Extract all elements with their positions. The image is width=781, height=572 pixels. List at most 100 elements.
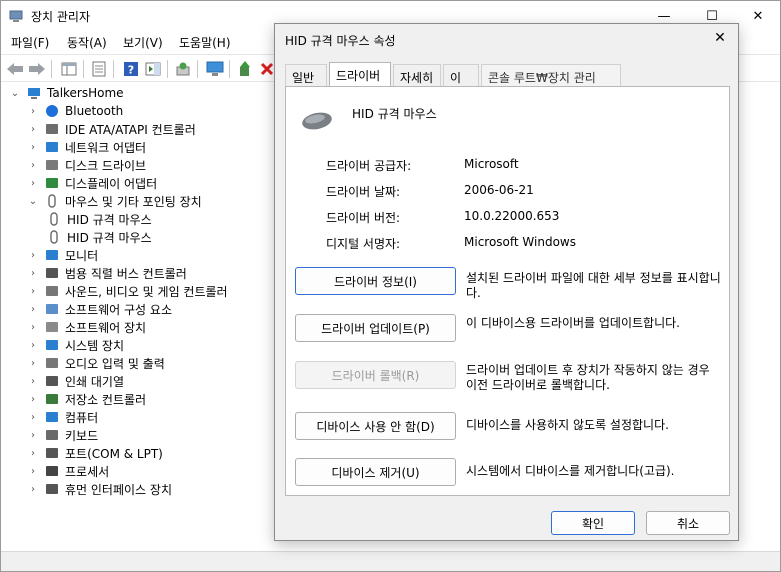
red-x-icon xyxy=(260,62,274,76)
chevron-right-icon[interactable]: › xyxy=(27,448,39,459)
tree-category-item[interactable]: › Bluetooth xyxy=(27,102,123,120)
tree-category-item[interactable]: › 프로세서 xyxy=(27,462,109,480)
chevron-down-icon[interactable]: ⌄ xyxy=(27,196,39,207)
tree-category-item[interactable]: › 네트워크 어댑터 xyxy=(27,138,146,156)
rollback-driver-description: 드라이버 업데이트 후 장치가 작동하지 않는 경우 이전 드라이버로 롤백합니… xyxy=(466,363,710,392)
tree-category-item[interactable]: › 디스크 드라이브 xyxy=(27,156,146,174)
tab-strip: 일반 드라이버 자세히 이벤트 콘솔 루트₩장치 관리자... xyxy=(285,62,730,86)
toolbar-separator xyxy=(229,60,230,78)
driver-details-button[interactable]: 드라이버 정보(I) xyxy=(295,267,456,295)
uninstall-device-description: 시스템에서 디바이스를 제거합니다(고급). xyxy=(466,464,675,478)
chevron-right-icon[interactable]: › xyxy=(27,484,39,495)
dialog-title: HID 규격 마우스 속성 xyxy=(285,34,396,48)
uninstall-device-button[interactable]: 디바이스 제거(U) xyxy=(295,458,456,486)
cancel-button[interactable]: 취소 xyxy=(646,511,730,535)
driver-version-label: 드라이버 버전: xyxy=(326,211,401,225)
chevron-right-icon[interactable]: › xyxy=(27,466,39,477)
chevron-right-icon[interactable]: › xyxy=(27,160,39,171)
update-driver-button[interactable] xyxy=(235,59,255,79)
properties-button[interactable] xyxy=(89,59,109,79)
mouse-icon xyxy=(50,212,58,226)
tab-driver[interactable]: 드라이버 xyxy=(329,62,391,86)
chevron-right-icon[interactable]: › xyxy=(27,376,39,387)
chevron-right-icon[interactable]: › xyxy=(27,124,39,135)
scan-hardware-changes-button[interactable] xyxy=(173,59,193,79)
chevron-right-icon[interactable]: › xyxy=(27,178,39,189)
menu-help[interactable]: 도움말(H) xyxy=(179,34,231,51)
action-pane-button[interactable] xyxy=(143,59,163,79)
menu-file[interactable]: 파일(F) xyxy=(11,34,49,51)
chevron-right-icon[interactable]: › xyxy=(27,340,39,351)
update-driver-icon xyxy=(240,61,250,76)
tree-category-item[interactable]: › 오디오 입력 및 출력 xyxy=(27,354,165,372)
forward-button[interactable] xyxy=(27,59,47,79)
tree-category-item[interactable]: › 디스플레이 어댑터 xyxy=(27,174,157,192)
tree-category-item[interactable]: › 포트(COM & LPT) xyxy=(27,444,163,462)
toolbar-separator xyxy=(51,60,52,78)
usb-icon xyxy=(46,268,58,278)
back-button[interactable] xyxy=(5,59,25,79)
show-hide-console-tree-button[interactable] xyxy=(59,59,79,79)
chevron-down-icon[interactable]: ⌄ xyxy=(9,88,21,99)
back-arrow-icon xyxy=(7,63,23,75)
tree-item-label: 사운드, 비디오 및 게임 컨트롤러 xyxy=(65,284,228,299)
chevron-right-icon[interactable]: › xyxy=(27,358,39,369)
tree-category-item[interactable]: › 컴퓨터 xyxy=(27,408,98,426)
menu-action[interactable]: 동작(A) xyxy=(67,34,107,51)
tree-item-label: 마우스 및 기타 포인팅 장치 xyxy=(65,194,202,209)
dialog-close-icon[interactable]: ✕ xyxy=(710,30,730,50)
tree-category-item[interactable]: › 범용 직렬 버스 컨트롤러 xyxy=(27,264,187,282)
tree-item-label: 휴먼 인터페이스 장치 xyxy=(65,482,172,497)
tree-category-item[interactable]: › 인쇄 대기열 xyxy=(27,372,124,390)
tree-child-item[interactable]: HID 규격 마우스 xyxy=(47,228,152,246)
tab-details[interactable]: 자세히 xyxy=(393,64,441,86)
tree-category-item[interactable]: ⌄ 마우스 및 기타 포인팅 장치 xyxy=(27,192,202,210)
bluetooth-icon xyxy=(46,105,58,117)
tree-item-label: HID 규격 마우스 xyxy=(67,212,152,227)
help-icon: ? xyxy=(124,62,138,77)
tree-category-item[interactable]: › 소프트웨어 장치 xyxy=(27,318,146,336)
toolbar-separator xyxy=(113,60,114,78)
tree-category-item[interactable]: › 시스템 장치 xyxy=(27,336,124,354)
window-title: 장치 관리자 xyxy=(31,10,91,24)
close-button[interactable]: ✕ xyxy=(735,1,781,31)
tree-item-label: 모니터 xyxy=(65,248,99,263)
chevron-right-icon[interactable]: › xyxy=(27,394,39,405)
tree-category-item[interactable]: › 저장소 컨트롤러 xyxy=(27,390,146,408)
software-device-icon xyxy=(46,322,58,332)
chevron-right-icon[interactable]: › xyxy=(27,286,39,297)
tree-category-item[interactable]: › 소프트웨어 구성 요소 xyxy=(27,300,172,318)
tree-root[interactable]: ⌄ TalkersHome xyxy=(9,84,124,102)
tree-category-item[interactable]: › 휴먼 인터페이스 장치 xyxy=(27,480,172,498)
menu-view[interactable]: 보기(V) xyxy=(123,34,163,51)
tree-category-item[interactable]: › IDE ATA/ATAPI 컨트롤러 xyxy=(27,120,196,138)
tree-root-label: TalkersHome xyxy=(47,86,124,100)
mouse-icon xyxy=(50,230,58,244)
hid-icon xyxy=(46,484,58,494)
forward-arrow-icon xyxy=(29,63,45,75)
chevron-right-icon[interactable]: › xyxy=(27,106,39,117)
tab-general[interactable]: 일반 xyxy=(285,64,327,86)
system-device-icon xyxy=(46,340,58,350)
chevron-right-icon[interactable]: › xyxy=(27,250,39,261)
tree-child-item[interactable]: HID 규격 마우스 xyxy=(47,210,152,228)
tree-category-item[interactable]: › 키보드 xyxy=(27,426,98,444)
chevron-right-icon[interactable]: › xyxy=(27,322,39,333)
digital-signer-value: Microsoft Windows xyxy=(464,235,576,249)
chevron-right-icon[interactable]: › xyxy=(27,412,39,423)
ok-button[interactable]: 확인 xyxy=(551,511,635,535)
tree-category-item[interactable]: › 사운드, 비디오 및 게임 컨트롤러 xyxy=(27,282,228,300)
driver-tab-panel: HID 규격 마우스 드라이버 공급자: Microsoft 드라이버 날짜: … xyxy=(285,86,730,496)
tree-category-item[interactable]: › 모니터 xyxy=(27,246,98,264)
drag-ghost-tab: 콘솔 루트₩장치 관리자... xyxy=(481,64,621,86)
chevron-right-icon[interactable]: › xyxy=(27,304,39,315)
update-driver-button[interactable]: 드라이버 업데이트(P) xyxy=(295,314,456,342)
rollback-driver-button[interactable]: 드라이버 롤백(R) xyxy=(295,361,456,389)
chevron-right-icon[interactable]: › xyxy=(27,268,39,279)
disable-device-button[interactable]: 디바이스 사용 안 함(D) xyxy=(295,412,456,440)
chevron-right-icon[interactable]: › xyxy=(27,142,39,153)
tab-events[interactable]: 이벤트 xyxy=(443,64,479,86)
monitor-toolbar-button[interactable] xyxy=(205,59,225,79)
help-button[interactable]: ? xyxy=(121,59,141,79)
chevron-right-icon[interactable]: › xyxy=(27,430,39,441)
